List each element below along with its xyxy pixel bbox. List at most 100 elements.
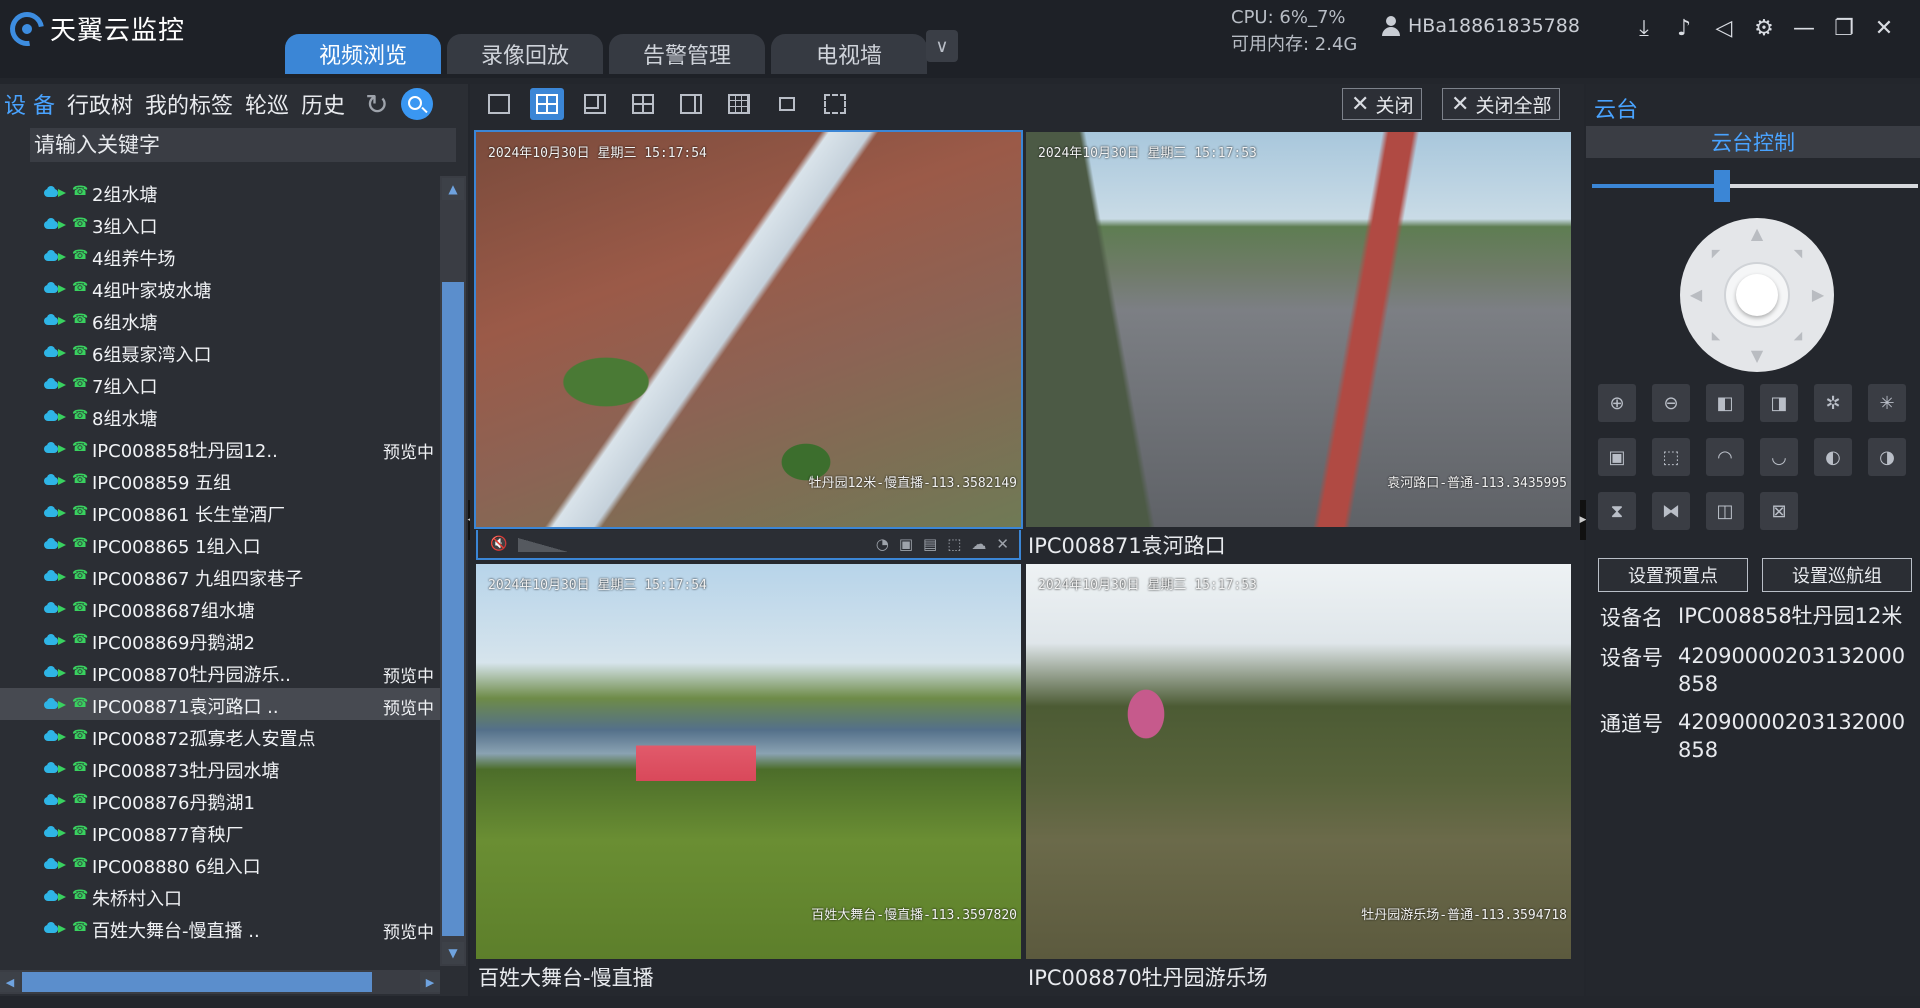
device-tree-item[interactable]: ☎ 6组水塘 bbox=[0, 304, 440, 336]
device-tree-vscrollbar[interactable]: ▲ ▼ bbox=[440, 176, 466, 966]
six-layout-icon[interactable] bbox=[578, 88, 612, 120]
scroll-up-icon[interactable]: ▲ bbox=[442, 178, 464, 200]
user-account[interactable]: HBa18861835788 bbox=[1382, 15, 1580, 37]
pip-layout-icon[interactable] bbox=[770, 88, 804, 120]
nav-history[interactable]: 历史 bbox=[301, 88, 345, 120]
ptz-up-icon[interactable]: ▲ bbox=[1747, 224, 1767, 244]
stream-icon[interactable]: ◔ bbox=[876, 535, 889, 553]
light-on-icon[interactable]: ◐ bbox=[1814, 438, 1852, 476]
video-feed[interactable]: 2024年10月30日 星期三 15:17:54 牡丹园12米-慢直播-113.… bbox=[474, 130, 1023, 529]
nine-layout-icon[interactable] bbox=[722, 88, 756, 120]
nav-admin-tree[interactable]: 行政树 bbox=[67, 88, 133, 120]
nav-patrol[interactable]: 轮巡 bbox=[245, 88, 289, 120]
ptz-left-icon[interactable]: ◀ bbox=[1686, 285, 1706, 305]
device-tree-item[interactable]: ☎ IPC008871袁河路口 .. 预览中 bbox=[0, 688, 440, 720]
video-cell-4[interactable]: 2024年10月30日 星期三 15:17:53 牡丹园游乐场-普通-113.3… bbox=[1026, 564, 1571, 992]
ptz-down-icon[interactable]: ▼ bbox=[1747, 346, 1767, 366]
hscroll-thumb[interactable] bbox=[22, 972, 372, 992]
device-tree-item[interactable]: ☎ 2组水塘 bbox=[0, 176, 440, 208]
nav-my-tags[interactable]: 我的标签 bbox=[145, 88, 233, 120]
device-tree-item[interactable]: ☎ 4组养牛场 bbox=[0, 240, 440, 272]
bell-icon[interactable]: ♪ bbox=[1664, 12, 1704, 44]
ptz-direction-pad[interactable]: ▲ ▼ ◀ ▶ ◤ ◥ ◣ ◢ bbox=[1680, 218, 1834, 372]
flip-vertical-icon[interactable]: ⧗ bbox=[1598, 492, 1636, 530]
close-button[interactable]: ✕ 关闭 bbox=[1342, 88, 1423, 120]
ptz-center-button[interactable] bbox=[1736, 274, 1778, 316]
restore-icon[interactable]: ❐ bbox=[1824, 12, 1864, 44]
tabs-more-chevron-icon[interactable]: ∨ bbox=[926, 30, 958, 62]
device-tree-item[interactable]: ☎ 朱桥村入口 bbox=[0, 880, 440, 912]
cloud-icon[interactable]: ☁ bbox=[971, 535, 986, 553]
device-tree-item[interactable]: ☎ IPC008858牡丹园12.. 预览中 bbox=[0, 432, 440, 464]
ptz-speed-knob[interactable] bbox=[1714, 170, 1731, 202]
device-tree-item[interactable]: ☎ 4组叶家坡水塘 bbox=[0, 272, 440, 304]
wide-layout-icon[interactable] bbox=[674, 88, 708, 120]
device-tree-item[interactable]: ☎ IPC008872孤寡老人安置点 bbox=[0, 720, 440, 752]
device-tree-item[interactable]: ☎ IPC008873牡丹园水塘 bbox=[0, 752, 440, 784]
device-tree-item[interactable]: ☎ 3组入口 bbox=[0, 208, 440, 240]
eight-layout-icon[interactable] bbox=[626, 88, 660, 120]
mute-icon[interactable]: 🔇 bbox=[490, 536, 507, 552]
quad-layout-icon[interactable] bbox=[530, 88, 564, 120]
device-tree-item[interactable]: ☎ IPC0088687组水塘 bbox=[0, 592, 440, 624]
device-tree-item[interactable]: ☎ IPC008870牡丹园游乐.. 预览中 bbox=[0, 656, 440, 688]
speaker-icon[interactable]: ◁ bbox=[1704, 12, 1744, 44]
ptz-up-left-icon[interactable]: ◤ bbox=[1706, 244, 1726, 264]
close-icon[interactable]: ✕ bbox=[1864, 12, 1904, 44]
ptz-down-left-icon[interactable]: ◣ bbox=[1706, 326, 1726, 346]
close-feed-icon[interactable]: ✕ bbox=[996, 535, 1009, 553]
close-all-button[interactable]: ✕ 关闭全部 bbox=[1442, 88, 1561, 120]
zoom-in-icon[interactable]: ⊕ bbox=[1598, 384, 1636, 422]
fullscreen-icon[interactable] bbox=[818, 88, 852, 120]
focus-far-icon[interactable]: ◨ bbox=[1760, 384, 1798, 422]
set-cruise-button[interactable]: 设置巡航组 bbox=[1762, 558, 1912, 592]
scroll-down-icon[interactable]: ▼ bbox=[442, 942, 464, 964]
download-icon[interactable]: ⤓ bbox=[1624, 12, 1664, 44]
iris-close-icon[interactable]: ✳ bbox=[1868, 384, 1906, 422]
device-tree-item[interactable]: ☎ IPC008861 长生堂酒厂 bbox=[0, 496, 440, 528]
wiper-on-icon[interactable]: ◠ bbox=[1706, 438, 1744, 476]
device-tree-item[interactable]: ☎ 百姓大舞台-慢直播 .. 预览中 bbox=[0, 912, 440, 944]
vscroll-thumb[interactable] bbox=[442, 282, 464, 936]
device-tree-item[interactable]: ☎ 8组水塘 bbox=[0, 400, 440, 432]
wiper-off-icon[interactable]: ◡ bbox=[1760, 438, 1798, 476]
set-preset-button[interactable]: 设置预置点 bbox=[1598, 558, 1748, 592]
light-off-icon[interactable]: ◑ bbox=[1868, 438, 1906, 476]
zoom-out-icon[interactable]: ⊖ bbox=[1652, 384, 1690, 422]
device-tree-item[interactable]: ☎ IPC008859 五组 bbox=[0, 464, 440, 496]
nav-devices[interactable]: 设 备 bbox=[4, 88, 55, 120]
refresh-icon[interactable]: ↻ bbox=[365, 88, 388, 121]
device-tree-item[interactable]: ☎ IPC008867 九组四家巷子 bbox=[0, 560, 440, 592]
device-tree-item[interactable]: ☎ IPC008876丹鹅湖1 bbox=[0, 784, 440, 816]
tab-tv-wall[interactable]: 电视墙 bbox=[771, 34, 927, 74]
mirror-icon[interactable]: ◫ bbox=[1706, 492, 1744, 530]
volume-slider[interactable] bbox=[518, 538, 568, 552]
record-icon[interactable]: ▣ bbox=[899, 535, 913, 553]
focus-near-icon[interactable]: ◧ bbox=[1706, 384, 1744, 422]
video-feed[interactable]: 2024年10月30日 星期三 15:17:54 百姓大舞台-慢直播-113.3… bbox=[476, 564, 1021, 959]
tab-alarm-management[interactable]: 告警管理 bbox=[609, 34, 765, 74]
device-tree-item[interactable]: ☎ IPC008869丹鹅湖2 bbox=[0, 624, 440, 656]
device-tree-item[interactable]: ☎ 6组聂家湾入口 bbox=[0, 336, 440, 368]
video-feed[interactable]: 2024年10月30日 星期三 15:17:53 袁河路口-普通-113.343… bbox=[1026, 132, 1571, 527]
ptz-right-icon[interactable]: ▶ bbox=[1808, 285, 1828, 305]
gear-icon[interactable]: ⚙ bbox=[1744, 12, 1784, 44]
snapshot-icon[interactable]: ▤ bbox=[923, 535, 937, 553]
keyword-search-input[interactable] bbox=[30, 128, 456, 162]
frame-icon[interactable]: ⬚ bbox=[1652, 438, 1690, 476]
device-tree-item[interactable]: ☎ 7组入口 bbox=[0, 368, 440, 400]
device-tree-item[interactable]: ☎ IPC008865 1组入口 bbox=[0, 528, 440, 560]
tab-video-browse[interactable]: 视频浏览 bbox=[285, 34, 441, 74]
device-tree-item[interactable]: ☎ IPC008877育秧厂 bbox=[0, 816, 440, 848]
device-tree-item[interactable]: ☎ IPC008880 6组入口 bbox=[0, 848, 440, 880]
ptz-speed-slider[interactable] bbox=[1592, 170, 1918, 202]
scroll-left-icon[interactable]: ◀ bbox=[0, 972, 20, 992]
scroll-right-icon[interactable]: ▶ bbox=[420, 972, 440, 992]
ptz-up-right-icon[interactable]: ◥ bbox=[1788, 244, 1808, 264]
reset-icon[interactable]: ⊠ bbox=[1760, 492, 1798, 530]
video-cell-1[interactable]: 2024年10月30日 星期三 15:17:54 牡丹园12米-慢直播-113.… bbox=[474, 130, 1023, 560]
ptz-down-right-icon[interactable]: ◢ bbox=[1788, 326, 1808, 346]
iris-open-icon[interactable]: ✲ bbox=[1814, 384, 1852, 422]
video-cell-2[interactable]: 2024年10月30日 星期三 15:17:53 袁河路口-普通-113.343… bbox=[1026, 132, 1571, 560]
flip-horizontal-icon[interactable]: ⧓ bbox=[1652, 492, 1690, 530]
